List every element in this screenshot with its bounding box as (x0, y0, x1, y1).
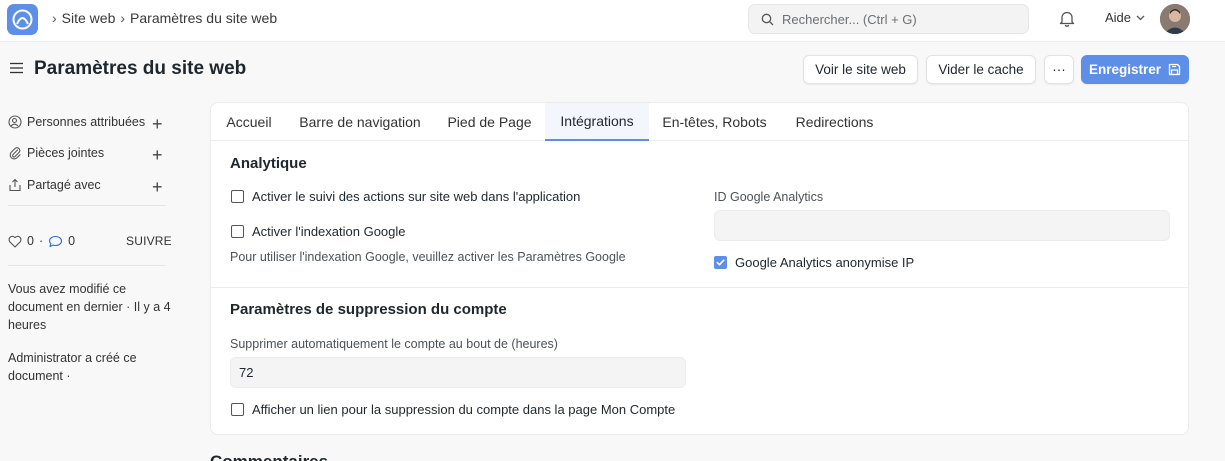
ga-id-label: ID Google Analytics (714, 190, 824, 204)
auto-delete-hours-input[interactable]: 72 (230, 357, 686, 388)
google-indexing-label: Activer l'indexation Google (252, 224, 406, 239)
app-logo-icon[interactable] (7, 4, 38, 35)
top-navbar: › Site web › Paramètres du site web Rech… (0, 0, 1225, 42)
comment-icon[interactable] (48, 235, 63, 248)
track-actions-checkbox[interactable] (231, 190, 244, 203)
show-deletion-link-label: Afficher un lien pour la suppression du … (252, 402, 676, 417)
share-icon (9, 178, 21, 192)
tab-integrations[interactable]: Intégrations (545, 103, 649, 141)
follow-button[interactable]: SUIVRE (126, 234, 172, 248)
engagement-counts: 0 · 0 (8, 234, 75, 248)
google-indexing-checkbox-row[interactable]: Activer l'indexation Google (231, 224, 406, 239)
help-menu[interactable]: Aide (1105, 10, 1145, 25)
sidebar-item-label: Personnes attribuées (27, 115, 146, 129)
show-deletion-link-checkbox[interactable] (231, 403, 244, 416)
sidebar-item-label: Pièces jointes (27, 146, 105, 160)
sidebar-divider (8, 205, 166, 206)
add-assignee-icon[interactable]: + (152, 115, 163, 133)
sidebar-item-assigned[interactable]: Personnes attribuées (8, 115, 145, 129)
chevron-right-icon: › (120, 10, 126, 26)
comments-section-title: Commentaires (210, 452, 328, 461)
activity-created: Administrator a créé ce document · (8, 351, 137, 383)
add-share-icon[interactable]: + (152, 178, 163, 196)
clear-cache-button[interactable]: Vider le cache (926, 55, 1036, 84)
ga-id-input[interactable] (714, 210, 1170, 241)
chevron-down-icon (1136, 15, 1145, 20)
sidebar-divider (8, 265, 166, 266)
page-title: Paramètres du site web (34, 58, 247, 79)
ga-anonymize-checkbox-row[interactable]: Google Analytics anonymise IP (714, 255, 914, 270)
sidebar-item-shared[interactable]: Partagé avec (8, 178, 101, 192)
section-divider (211, 287, 1188, 288)
tab-accueil[interactable]: Accueil (212, 103, 286, 141)
menu-toggle-icon[interactable] (10, 62, 23, 77)
sidebar-item-label: Partagé avec (27, 178, 101, 192)
activity-last-modified: Vous avez modifié ce document en dernier… (8, 282, 171, 332)
track-actions-label: Activer le suivi des actions sur site we… (252, 189, 581, 204)
google-indexing-hint: Pour utiliser l'indexation Google, veuil… (230, 250, 626, 264)
paperclip-icon (9, 147, 21, 160)
section-title-account-deletion: Paramètres de suppression du compte (230, 301, 507, 318)
ga-anonymize-label: Google Analytics anonymise IP (735, 255, 915, 270)
save-label: Enregistrer (1088, 62, 1162, 77)
tab-redirects[interactable]: Redirections (780, 103, 889, 141)
track-actions-checkbox-row[interactable]: Activer le suivi des actions sur site we… (231, 189, 580, 204)
tab-headers-robots[interactable]: En-têtes, Robots (649, 103, 780, 141)
search-placeholder: Rechercher... (Ctrl + G) (782, 12, 917, 27)
ga-anonymize-checkbox[interactable] (714, 256, 727, 269)
add-attachment-icon[interactable]: + (152, 146, 163, 164)
user-assign-icon (8, 115, 22, 129)
auto-delete-label: Supprimer automatiquement le compte au b… (230, 337, 558, 351)
notification-bell-icon[interactable] (1059, 10, 1075, 30)
likes-count: 0 (27, 234, 34, 248)
more-actions-button[interactable]: ··· (1044, 55, 1074, 84)
checkmark-icon (716, 259, 725, 266)
separator-dot: · (38, 234, 44, 248)
breadcrumb-site-web[interactable]: Site web (62, 10, 116, 26)
show-deletion-link-checkbox-row[interactable]: Afficher un lien pour la suppression du … (231, 402, 675, 417)
settings-form-card: Accueil Barre de navigation Pied de Page… (210, 102, 1189, 435)
breadcrumb: › Site web › Paramètres du site web (52, 10, 277, 26)
search-input[interactable]: Rechercher... (Ctrl + G) (748, 4, 1029, 34)
chevron-right-icon: › (52, 10, 57, 26)
view-website-button[interactable]: Voir le site web (803, 55, 918, 84)
tab-bar: Accueil Barre de navigation Pied de Page… (211, 103, 1188, 141)
help-label: Aide (1105, 10, 1132, 25)
user-avatar[interactable] (1160, 4, 1190, 34)
comments-count: 0 (68, 234, 76, 248)
sidebar-item-attachments[interactable]: Pièces jointes (8, 146, 104, 160)
heart-icon[interactable] (8, 235, 22, 248)
save-button[interactable]: Enregistrer (1081, 55, 1189, 84)
tab-navbar[interactable]: Barre de navigation (286, 103, 434, 141)
google-indexing-checkbox[interactable] (231, 225, 244, 238)
section-title-analytics: Analytique (230, 155, 307, 172)
breadcrumb-website-settings[interactable]: Paramètres du site web (130, 10, 277, 26)
search-icon (761, 13, 774, 26)
tab-footer[interactable]: Pied de Page (434, 103, 545, 141)
floppy-disk-icon (1168, 63, 1181, 76)
